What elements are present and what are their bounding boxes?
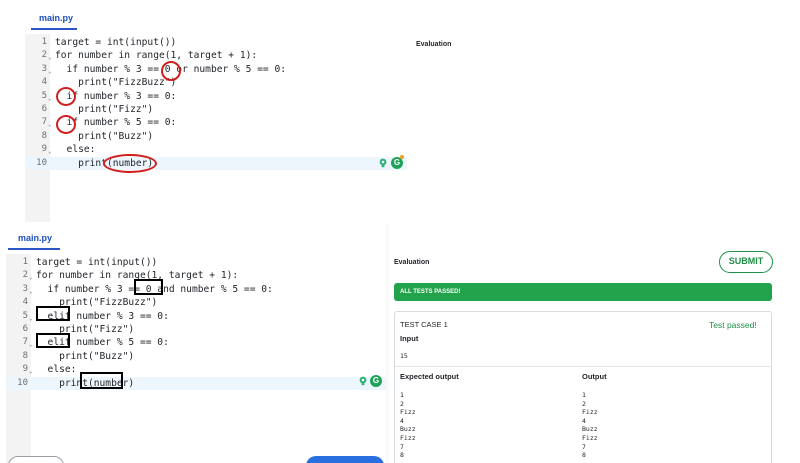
- top-number-annotation: [103, 154, 157, 173]
- output-line: Fizz: [582, 408, 598, 417]
- output-line: Fizz: [400, 408, 416, 417]
- line-number: 10: [17, 377, 28, 388]
- code-line[interactable]: 3 ⌄ if number % 3 == 0 or number % 5 == 0…: [25, 63, 407, 76]
- all-tests-passed-banner: ALL TESTS PASSED!: [394, 283, 772, 301]
- line-number: 8: [22, 350, 28, 361]
- output-line: 8: [400, 451, 404, 460]
- output-line: Buzz: [400, 425, 416, 434]
- code-text: for number in range(1, target + 1):: [55, 50, 258, 62]
- bottom-elif-annotation-1: [36, 306, 70, 321]
- output-line: 4: [400, 416, 404, 425]
- output-line: 7: [400, 442, 404, 451]
- code-line[interactable]: 6 print("Fizz"): [25, 103, 407, 116]
- grammarly-dot-icon: [400, 155, 404, 159]
- code-line[interactable]: 2 ⌄ for number in range(1, target + 1):: [25, 49, 407, 62]
- output-line: 1: [582, 391, 586, 399]
- blank-area: [720, 0, 800, 222]
- code-line[interactable]: 9 ⌄ else:: [25, 143, 407, 156]
- bottom-screenshot: main.py 1 target = int(input()) 2 ⌄ for numb…: [0, 223, 800, 463]
- bottom-file-tab[interactable]: main.py: [10, 228, 60, 248]
- code-line[interactable]: 9 ⌄ else:: [6, 363, 386, 376]
- code-text: target = int(input()): [36, 257, 158, 268]
- top-if-annotation-1: [56, 87, 76, 106]
- output-line: Buzz: [582, 425, 598, 434]
- code-line[interactable]: 8 print("Buzz"): [6, 350, 386, 363]
- code-text: target = int(input()): [55, 37, 177, 48]
- code-line[interactable]: 3 ⌄ if number % 3 == 0 and number % 5 == …: [6, 283, 386, 296]
- top-tab-underline: [31, 28, 77, 30]
- line-number: 5: [22, 310, 28, 321]
- output-line: Fizz: [400, 434, 416, 442]
- code-line[interactable]: 1 target = int(input()): [6, 256, 386, 269]
- line-number: 2: [41, 50, 47, 61]
- code-line[interactable]: 10 print(number): [6, 376, 386, 390]
- test-case-title: TEST CASE 1: [400, 320, 448, 329]
- line-number: 6: [41, 104, 47, 114]
- bottom-evaluation-title: Evaluation: [394, 259, 430, 266]
- top-screenshot: main.py 1 target = int(input()) 2 ⌄ for numb…: [0, 0, 720, 222]
- code-text: print("Buzz"): [36, 350, 135, 362]
- output-line: Fizz: [582, 434, 598, 442]
- lightbulb-icon[interactable]: [378, 158, 388, 168]
- line-number: 8: [41, 130, 47, 141]
- output-label: Output: [582, 372, 607, 381]
- bottom-run-button[interactable]: [306, 456, 384, 463]
- grammarly-icon[interactable]: G: [370, 375, 382, 387]
- output-line: 8: [582, 451, 586, 460]
- bottom-editor-pane: main.py 1 target = int(input()) 2 ⌄ for numb…: [0, 223, 386, 463]
- line-number: 5: [41, 90, 47, 101]
- line-number: 3: [41, 63, 47, 74]
- test-case-card: TEST CASE 1 Test passed! Input 15 Expect…: [394, 311, 772, 463]
- bottom-tab-underline: [8, 248, 60, 250]
- bottom-code-editor[interactable]: 1 target = int(input()) 2 ⌄ for number in ra…: [6, 254, 386, 463]
- code-line[interactable]: 2 ⌄ for number in range(1, target + 1):: [6, 269, 386, 282]
- line-number: 4: [41, 77, 47, 88]
- code-text: else:: [55, 144, 96, 156]
- submit-button[interactable]: SUBMIT: [719, 251, 773, 273]
- line-number: 10: [36, 157, 47, 168]
- output-line: 7: [582, 442, 586, 451]
- line-number: 9: [41, 144, 47, 155]
- top-code-editor[interactable]: 1 target = int(input()) 2 ⌄ for number in ra…: [25, 34, 407, 222]
- bottom-left-button[interactable]: [8, 456, 64, 463]
- input-label: Input: [400, 334, 419, 343]
- input-value: 15: [400, 352, 408, 360]
- code-text: else:: [36, 364, 77, 376]
- code-line[interactable]: 1 target = int(input()): [25, 36, 407, 49]
- line-number: 2: [22, 270, 28, 281]
- top-file-tab[interactable]: main.py: [31, 8, 81, 28]
- line-number: 6: [22, 324, 28, 334]
- test-case-status: Test passed!: [709, 320, 757, 330]
- expected-output-label: Expected output: [400, 372, 459, 381]
- line-number: 7: [41, 117, 47, 128]
- line-number: 3: [22, 283, 28, 294]
- code-line[interactable]: 8 print("Buzz"): [25, 130, 407, 143]
- line-number: 1: [41, 37, 47, 47]
- code-line[interactable]: 7 ⌄ if number % 5 == 0:: [25, 116, 407, 129]
- code-line[interactable]: 10 print(number): [25, 156, 407, 170]
- line-number: 9: [22, 364, 28, 375]
- output-line: 2: [582, 399, 586, 408]
- output-line: 1: [400, 391, 404, 399]
- top-if-annotation-2: [56, 115, 76, 134]
- output-line: 2: [400, 399, 404, 408]
- bottom-and-annotation: [134, 279, 163, 295]
- bottom-number-annotation: [80, 372, 123, 389]
- top-or-annotation: [161, 61, 181, 81]
- bottom-evaluation-pane: Evaluation SUBMIT ALL TESTS PASSED! TEST…: [389, 223, 800, 463]
- top-evaluation-title: Evaluation: [416, 41, 452, 48]
- line-number: 4: [22, 297, 28, 308]
- code-line[interactable]: 4 print("FizzBuzz"): [25, 76, 407, 89]
- test-case-divider: [395, 366, 771, 367]
- code-text: print("FizzBuzz"): [55, 77, 177, 89]
- output-line: 4: [582, 416, 586, 425]
- line-number: 1: [22, 257, 28, 267]
- code-line[interactable]: 5 ⌄ if number % 3 == 0:: [25, 90, 407, 103]
- line-number: 7: [22, 337, 28, 348]
- lightbulb-icon[interactable]: [358, 376, 368, 386]
- bottom-elif-annotation-2: [36, 333, 70, 348]
